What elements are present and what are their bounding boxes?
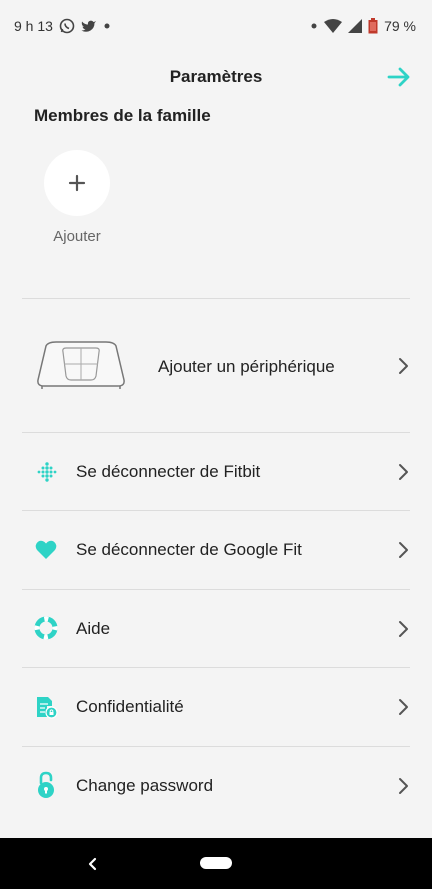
wifi-icon — [324, 19, 343, 33]
forward-arrow-icon[interactable] — [386, 64, 412, 90]
menu-item-label: Aide — [76, 619, 111, 638]
menu-item-label: Se déconnecter de Google Fit — [76, 540, 302, 559]
menu-item-change-password[interactable]: Change password — [0, 747, 432, 825]
chevron-right-icon — [399, 699, 408, 715]
status-right: 79 % — [310, 18, 416, 34]
header: Paramètres — [0, 56, 432, 96]
twitter-icon — [81, 20, 96, 32]
status-bar: 9 h 13 79 % — [0, 0, 432, 52]
battery-icon — [368, 18, 378, 34]
menu-item-google-fit[interactable]: Se déconnecter de Google Fit — [0, 511, 432, 589]
chevron-right-icon — [399, 358, 408, 374]
scale-device-icon — [37, 341, 125, 389]
chevron-right-icon — [399, 778, 408, 794]
plus-icon — [68, 174, 86, 192]
menu-item-label: Confidentialité — [76, 697, 184, 716]
add-member-button[interactable] — [44, 150, 110, 216]
family-section-title: Membres de la famille — [34, 106, 211, 125]
whatsapp-icon — [59, 18, 75, 34]
heart-icon — [35, 540, 57, 559]
add-member-label: Ajouter — [53, 228, 101, 245]
menu-item-privacy[interactable]: Confidentialité — [0, 668, 432, 746]
lifebuoy-icon — [34, 616, 58, 640]
back-icon[interactable] — [88, 857, 98, 871]
notification-dot-icon — [104, 23, 110, 29]
add-member: Ajouter — [44, 150, 110, 245]
system-nav-bar — [0, 838, 432, 889]
status-left: 9 h 13 — [14, 18, 111, 34]
battery-percent: 79 % — [384, 18, 416, 34]
add-device-row[interactable]: Ajouter un périphérique — [0, 300, 432, 432]
lock-icon — [38, 771, 54, 798]
privacy-icon — [37, 697, 58, 719]
page-title: Paramètres — [169, 67, 263, 86]
chevron-right-icon — [399, 464, 408, 480]
fitbit-icon — [37, 462, 57, 482]
menu-item-fitbit[interactable]: Se déconnecter de Fitbit — [0, 433, 432, 510]
chevron-right-icon — [399, 542, 408, 558]
home-pill-button[interactable] — [200, 857, 232, 869]
signal-icon — [348, 19, 363, 33]
add-device-label: Ajouter un périphérique — [158, 357, 335, 376]
divider — [22, 298, 410, 299]
menu-item-label: Se déconnecter de Fitbit — [76, 462, 261, 481]
menu-item-help[interactable]: Aide — [0, 590, 432, 667]
notification-dot-icon — [311, 23, 317, 29]
status-time: 9 h 13 — [14, 18, 53, 34]
menu-item-label: Change password — [76, 776, 214, 795]
chevron-right-icon — [399, 621, 408, 637]
